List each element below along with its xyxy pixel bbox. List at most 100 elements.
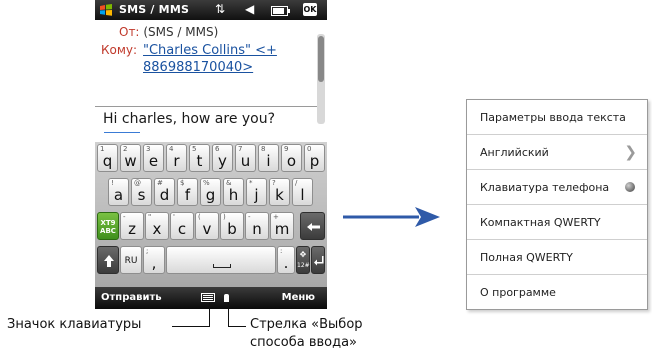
key-s[interactable]: @ s [131,178,152,206]
battery-icon [271,6,290,16]
to-recipient[interactable]: "Charles Collins" <+ 886988170040> [143,42,277,76]
key-i[interactable]: 8i [258,144,279,172]
status-title: SMS / MMS [119,3,190,16]
key-p[interactable]: 0p [304,144,325,172]
message-body[interactable]: Hi charles, how are you? [103,111,275,127]
volume-icon[interactable]: ◀ [245,2,254,16]
backspace-key[interactable] [300,212,325,240]
menu-softkey[interactable]: Меню [282,292,315,303]
key-letter: y [218,152,227,170]
message-compose-area: От: (SMS / MMS) Кому: "Charles Collins" … [95,20,327,142]
key-h[interactable]: & h [223,178,244,206]
semicolon-sym: ; [146,247,149,255]
enter-key[interactable] [311,246,325,274]
key-j[interactable]: * j [246,178,267,206]
comma-key-label: , [151,254,157,272]
annotation-line-ime-v [228,302,229,327]
menu-item-about[interactable]: О программе [467,275,647,310]
key-l[interactable]: / l [292,178,313,206]
send-softkey[interactable]: Отправить [101,292,162,303]
key-letter: x [152,220,162,238]
key-y[interactable]: 6y [212,144,233,172]
key-letter: s [137,186,146,204]
key-b[interactable]: ) b [220,212,244,240]
key-n[interactable]: -n [245,212,269,240]
key-o[interactable]: 9o [281,144,302,172]
key-r[interactable]: 4r [166,144,187,172]
key-symbol: / [295,179,298,187]
menu-item-full-qwerty[interactable]: Полная QWERTY [467,240,647,275]
from-label: От: [119,25,140,39]
key-letter: z [128,220,136,238]
key-f[interactable]: $ f [177,178,198,206]
menu-item-label: Параметры ввода текста [480,111,626,124]
key-a[interactable]: ! a [108,178,129,206]
key-w[interactable]: 2w [120,144,141,172]
period-key[interactable]: : . [277,246,295,274]
key-k[interactable]: ? k [269,178,290,206]
menu-item-compact-qwerty[interactable]: Компактная QWERTY [467,205,647,240]
key-g[interactable]: % g [200,178,221,206]
menu-item-label: Клавиатура телефона [480,181,610,194]
key-e[interactable]: 3e [143,144,164,172]
period-key-label: . [283,254,289,272]
menu-item-label: Полная QWERTY [480,251,573,264]
key-letter: l [300,186,305,204]
selected-radio-icon [625,182,635,192]
menu-item-phone-keypad[interactable]: Клавиатура телефона [467,170,647,205]
comma-key[interactable]: ; , [143,246,165,274]
keyboard-icon-annotation: Значок клавиатуры [7,317,142,332]
key-letter: i [266,152,271,170]
shift-key[interactable] [97,246,119,274]
language-key[interactable]: RU [120,246,142,274]
keyboard-icon[interactable] [201,293,215,302]
key-letter: e [148,152,159,170]
menu-item-label: Английский [480,146,549,159]
menu-item-label: О программе [480,286,556,299]
windows-logo-icon[interactable] [99,3,113,17]
to-label: Кому: [101,43,138,57]
key-letter: b [227,220,237,238]
key-d[interactable]: # d [154,178,175,206]
text-cursor [104,132,140,133]
dpad-icon: ✥ [299,250,307,259]
input-method-menu: Параметры ввода текста Английский ❯ Клав… [466,99,648,310]
key-letter: t [196,152,203,170]
key-letter: m [274,220,290,238]
key-t[interactable]: 5t [189,144,210,172]
to-recipient-line1[interactable]: "Charles Collins" <+ [143,42,277,59]
from-value: (SMS / MMS) [143,25,219,39]
language-key-label: RU [124,256,138,266]
key-letter: f [184,186,191,204]
scrollbar[interactable] [317,34,325,124]
key-letter: v [202,220,212,238]
menu-item-input-options[interactable]: Параметры ввода текста [467,100,647,135]
numeric-key[interactable]: ✥ 12# [296,246,310,274]
key-letter: c [177,220,187,238]
key-c[interactable]: ' c [170,212,194,240]
xt9-key[interactable]: XT9 ABC [97,212,119,240]
key-u[interactable]: 7u [235,144,256,172]
qwerty-keyboard: 1q2w3e4r5t6y7u8i9o0p ! a @ s # d $ f% g & h * j? k / l … [95,142,327,287]
phone-screen: SMS / MMS ⇅ ◀ OK От: (SMS / MMS) Кому: "… [95,0,327,309]
input-method-arrow-icon[interactable] [224,294,229,302]
to-recipient-line2[interactable]: 886988170040> [143,59,277,76]
key-x[interactable]: " x [145,212,169,240]
signal-icon: ⇅ [215,2,226,16]
ime-arrow-annotation-line2: способа ввода» [250,335,358,350]
space-key[interactable] [166,246,276,274]
key-symbol: - [248,213,251,221]
key-symbol: ' [173,213,175,221]
ok-button[interactable]: OK [303,3,317,16]
key-symbol: * [249,179,253,187]
key-z[interactable]: -z [120,212,144,240]
key-m[interactable]: + m [270,212,294,240]
chevron-right-icon: ❯ [624,143,637,161]
menu-item-english[interactable]: Английский ❯ [467,135,647,170]
colon-sym: : [280,247,283,255]
to-label-wrap: Кому: [101,43,137,57]
key-v[interactable]: (v [195,212,219,240]
key-symbol: - [123,213,126,221]
key-q[interactable]: 1q [97,144,118,172]
annotation-line-keyboard-h [172,326,210,327]
